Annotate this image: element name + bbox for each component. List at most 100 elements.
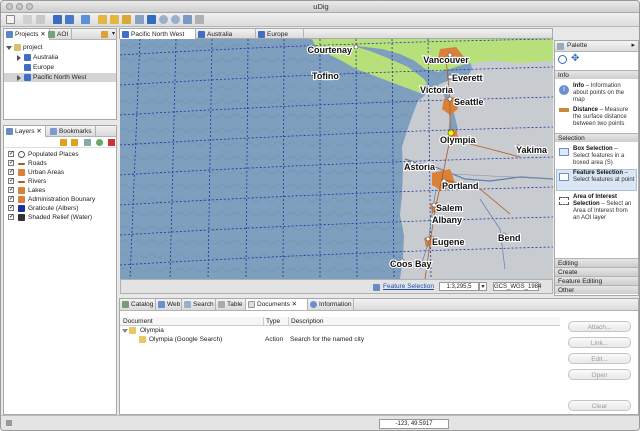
style-icon[interactable] [96, 139, 103, 146]
close-window-button[interactable] [6, 3, 13, 10]
layout-icon[interactable] [65, 15, 74, 24]
layer-visibility-checkbox[interactable]: ✓ [8, 187, 14, 193]
pan-icon[interactable] [122, 15, 131, 24]
palette-section-create[interactable]: Create [555, 267, 638, 276]
tab-bookmarks[interactable]: Bookmarks [48, 126, 96, 137]
layer-row[interactable]: ✓ Shaded Relief (Water) [4, 213, 116, 222]
attach-button[interactable]: Attach... [568, 321, 631, 332]
layer-row[interactable]: ✓ Graticule (Albers) [4, 204, 116, 213]
city-point[interactable] [447, 96, 453, 102]
new-icon[interactable] [6, 15, 15, 24]
crs-field[interactable]: GCS_WGS_1984 [493, 282, 541, 291]
palette-item-distance[interactable]: Distance – Measure the surface distance … [573, 107, 635, 128]
collapsed-icon[interactable] [17, 55, 21, 61]
table-row[interactable]: Olympia (Google Search) Action Search fo… [120, 335, 560, 344]
zoom-extent-icon[interactable] [147, 15, 156, 24]
import-icon[interactable] [81, 15, 90, 24]
graticule-icon [18, 205, 25, 212]
documents-panel: Catalog Web Search Table Documents ✕ Inf… [119, 298, 639, 415]
layer-visibility-checkbox[interactable]: ✓ [8, 169, 14, 175]
palette-header: Palette ▸ [555, 41, 638, 52]
layer-visibility-checkbox[interactable]: ✓ [8, 205, 14, 211]
layer-visibility-checkbox[interactable]: ✓ [8, 214, 14, 220]
expand-icon[interactable] [122, 329, 128, 333]
pan-tool-icon[interactable]: ✥ [571, 54, 579, 64]
active-tool-link[interactable]: Feature Selection [383, 282, 434, 292]
column-description[interactable]: Description [288, 317, 324, 326]
collapsed-icon[interactable] [17, 75, 21, 81]
zoom-window-button[interactable] [26, 3, 33, 10]
city-label: Vancouver [423, 55, 469, 65]
palette-section-info[interactable]: Info [555, 70, 638, 79]
tree-project[interactable]: project [4, 43, 116, 52]
city-point[interactable] [353, 44, 359, 50]
layer-row[interactable]: ✓ Administration Bounary [4, 195, 116, 204]
save-all-icon[interactable] [36, 15, 45, 24]
layer-row[interactable]: ✓ Roads [4, 159, 116, 168]
palette-item-feature-selection[interactable]: Feature Selection – Select features at p… [573, 170, 635, 184]
link-button[interactable]: Link... [568, 337, 631, 348]
tab-projects[interactable]: Projects ✕ [4, 29, 50, 40]
back-icon[interactable] [98, 15, 107, 24]
bottom-tabstrip: Catalog Web Search Table Documents ✕ Inf… [120, 299, 638, 311]
tree-map-pacific-north-west[interactable]: Pacific North West [4, 73, 116, 82]
layer-visibility-checkbox[interactable]: ✓ [8, 160, 14, 166]
zoom-in-icon[interactable] [159, 15, 168, 24]
palette-section-other[interactable]: Other [555, 285, 638, 294]
palette-item-box-selection[interactable]: Box Selection – Select features in a box… [573, 146, 635, 167]
info-tool-icon[interactable] [183, 15, 192, 24]
save-icon[interactable] [23, 15, 32, 24]
open-button[interactable]: Open [568, 369, 631, 380]
move-down-icon[interactable] [71, 139, 78, 146]
layer-visibility-checkbox[interactable]: ✓ [8, 178, 14, 184]
clear-button[interactable]: Clear [568, 400, 631, 411]
palette-section-selection[interactable]: Selection [555, 133, 638, 142]
show-view-icon[interactable] [53, 15, 62, 24]
remove-layer-icon[interactable] [108, 139, 115, 146]
palette-section-editing[interactable]: Editing [555, 258, 638, 267]
expand-icon[interactable] [6, 46, 12, 50]
add-layer-icon[interactable] [84, 139, 91, 146]
layer-visibility-checkbox[interactable]: ✓ [8, 196, 14, 202]
minimize-window-button[interactable] [16, 3, 23, 10]
palette-item-info[interactable]: Info – Information about points on the m… [573, 83, 635, 104]
tab-aoi[interactable]: AOI [46, 29, 73, 40]
layer-row[interactable]: ✓ Rivers [4, 177, 116, 186]
edit-button[interactable]: Edit... [568, 353, 631, 364]
tab-table[interactable]: Table [216, 299, 246, 310]
layer-visibility-checkbox[interactable]: ✓ [8, 151, 14, 157]
fast-view-icon[interactable] [6, 420, 12, 426]
tab-web[interactable]: Web [156, 299, 182, 310]
city-point[interactable] [425, 236, 431, 242]
tab-layers[interactable]: Layers ✕ [4, 126, 46, 137]
table-row[interactable]: Olympia [120, 326, 560, 335]
move-up-icon[interactable] [60, 139, 67, 146]
tree-map-australia[interactable]: Australia [4, 53, 116, 62]
scale-field[interactable]: 1:3,295,5 [439, 282, 479, 291]
view-menu-icon[interactable]: ▾ [112, 30, 115, 37]
map-canvas[interactable]: Courtenay Vancouver Tofino Victoria Everett S… [120, 39, 553, 279]
city-label: Eugene [432, 237, 465, 247]
refresh-icon[interactable] [135, 15, 144, 24]
zoom-out-icon[interactable] [171, 15, 180, 24]
distance-tool-icon[interactable] [195, 15, 204, 24]
column-type[interactable]: Type [263, 317, 280, 326]
new-project-icon[interactable] [101, 31, 108, 38]
projects-tabstrip: Projects ✕ AOI ▾ [4, 29, 116, 40]
column-document[interactable]: Document [123, 317, 153, 326]
zoom-tool-icon[interactable] [558, 55, 567, 64]
tab-information[interactable]: Information [308, 299, 354, 310]
tab-documents[interactable]: Documents ✕ [246, 299, 308, 310]
palette-item-aoi-selection[interactable]: Area of Interest Selection – Select an A… [573, 194, 635, 222]
forward-icon[interactable] [110, 15, 119, 24]
tab-catalog[interactable]: Catalog [120, 299, 156, 310]
palette-section-feature-editing[interactable]: Feature Editing [555, 276, 638, 285]
tab-search[interactable]: Search [182, 299, 216, 310]
palette-collapse-icon[interactable]: ▸ [631, 41, 635, 49]
layer-row[interactable]: ✓ Lakes [4, 186, 116, 195]
layer-row[interactable]: ✓ Urban Areas [4, 168, 116, 177]
catalog-icon [122, 301, 129, 308]
tree-map-europe[interactable]: Europe [4, 63, 116, 72]
scale-dropdown-icon[interactable]: ▾ [479, 282, 487, 291]
layer-row[interactable]: ✓ Populated Places [4, 150, 116, 159]
